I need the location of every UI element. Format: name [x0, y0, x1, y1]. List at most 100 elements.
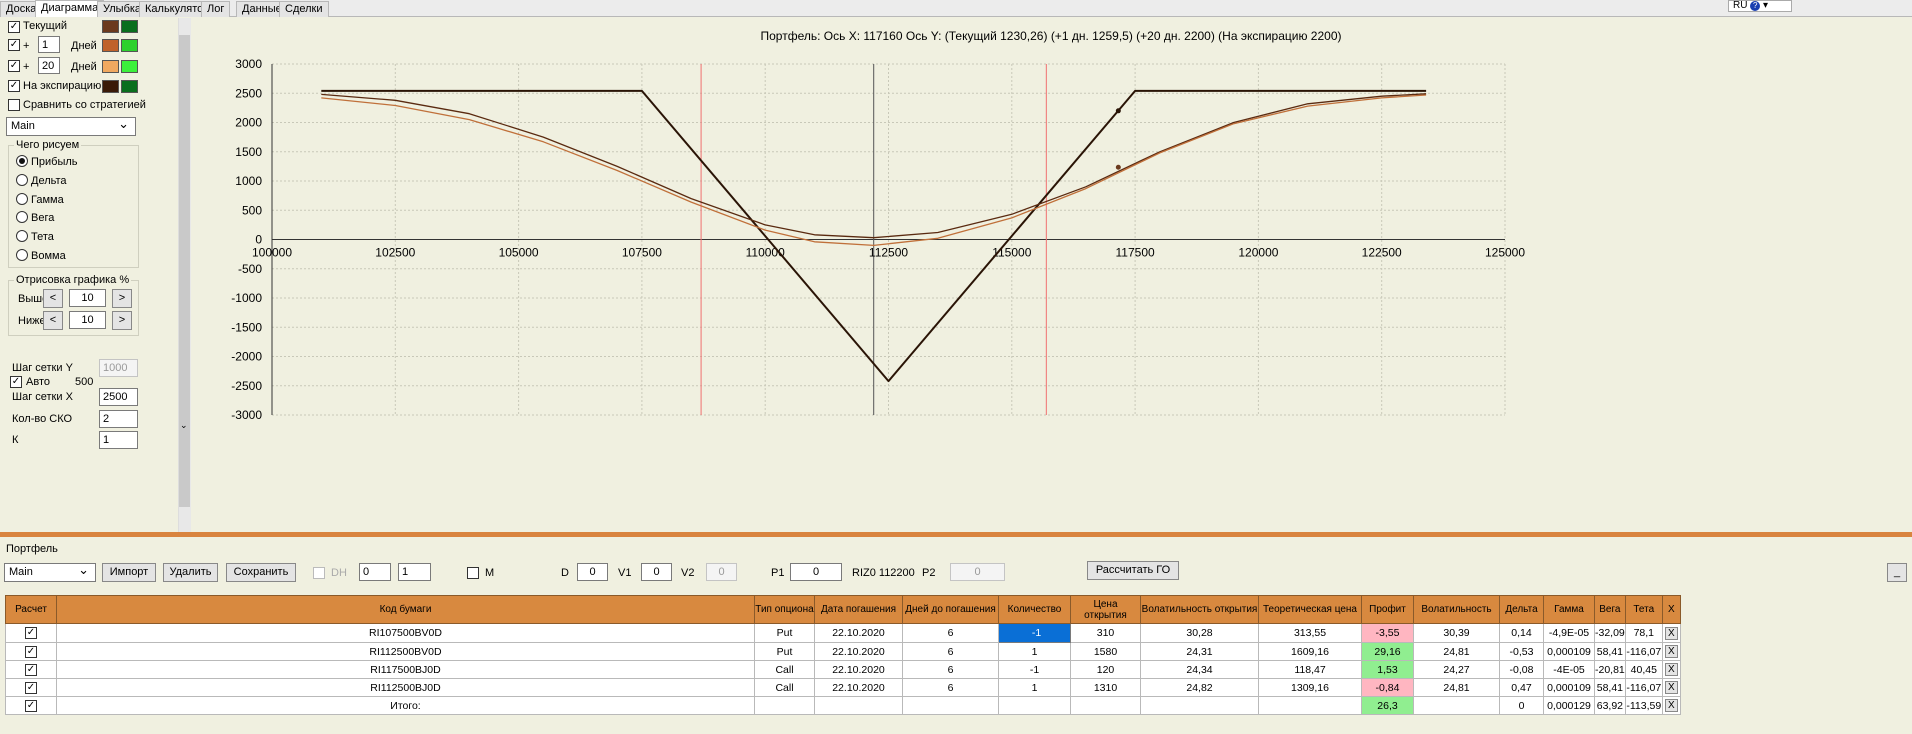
current-checkbox[interactable]: ✓	[8, 21, 20, 33]
language-select[interactable]: RU ? ▾	[1728, 0, 1792, 12]
save-button[interactable]: Сохранить	[226, 563, 296, 582]
expiry-checkbox[interactable]: ✓	[8, 80, 20, 92]
column-header[interactable]: Волатильность	[1413, 595, 1500, 624]
remove-row-cell[interactable]: X	[1661, 660, 1681, 679]
column-header[interactable]: Дней до погашения	[902, 595, 999, 624]
column-header[interactable]: Профит	[1361, 595, 1414, 624]
column-header[interactable]: Вега	[1594, 595, 1626, 624]
below-decrease-button[interactable]: <	[43, 311, 63, 330]
calc-checkbox[interactable]: ✓	[25, 663, 37, 676]
column-header[interactable]: Количество	[998, 595, 1071, 624]
remove-row-cell[interactable]: X	[1661, 696, 1681, 715]
above-increase-button[interactable]: >	[112, 289, 132, 308]
remove-row-button[interactable]: X	[1664, 681, 1678, 694]
column-header[interactable]: Дата погашения	[814, 595, 903, 624]
remove-row-cell[interactable]: X	[1661, 623, 1681, 643]
left-scrollbar-thumb[interactable]	[179, 35, 190, 507]
remove-row-button[interactable]: X	[1664, 626, 1678, 640]
scroll-down-icon[interactable]: ⌄	[180, 420, 188, 431]
column-header[interactable]: X	[1661, 595, 1681, 624]
calc-checkbox[interactable]: ✓	[25, 627, 37, 640]
radio-vomma[interactable]	[16, 249, 28, 261]
compare-checkbox[interactable]	[8, 99, 20, 111]
remove-row-button[interactable]: X	[1664, 645, 1678, 658]
column-header[interactable]: Цена открытия	[1070, 595, 1141, 624]
tab-diagram[interactable]: Диаграмма	[35, 0, 105, 17]
radio-theta[interactable]	[16, 230, 28, 242]
calc-checkbox-cell[interactable]: ✓	[5, 660, 57, 679]
column-header[interactable]: Волатильность открытия	[1140, 595, 1259, 624]
dh-input-2[interactable]: 1	[398, 563, 431, 581]
current-color-swatch-2[interactable]	[121, 20, 138, 33]
column-header[interactable]: Расчет	[5, 595, 57, 624]
above-decrease-button[interactable]: <	[43, 289, 63, 308]
below-input[interactable]: 10	[69, 311, 106, 329]
expiry-color-swatch[interactable]	[102, 80, 119, 93]
sko-input[interactable]: 2	[99, 410, 138, 428]
grid-y-input[interactable]: 1000	[99, 359, 138, 377]
table-cell[interactable]	[998, 696, 1071, 715]
column-header[interactable]: Тип опциона	[754, 595, 815, 624]
p2-input[interactable]: 0	[950, 563, 1005, 581]
table-row[interactable]: ✓ RI112500BJ0D Call 22.10.2020 6 1 1310 24,82 13…	[5, 678, 1681, 697]
radio-delta[interactable]	[16, 174, 28, 186]
plus2-checkbox[interactable]: ✓	[8, 60, 20, 72]
tab-deals[interactable]: Сделки	[279, 1, 329, 17]
below-increase-button[interactable]: >	[112, 311, 132, 330]
plus1-color-swatch[interactable]	[102, 39, 119, 52]
d-input[interactable]: 0	[577, 563, 608, 581]
portfolio-strategy-select[interactable]: Main	[4, 561, 96, 582]
calc-checkbox[interactable]: ✓	[25, 645, 37, 658]
table-row[interactable]: ✓ RI107500BV0D Put 22.10.2020 6 -1 310 30,28 313…	[5, 623, 1681, 643]
plus2-days-input[interactable]: 20	[38, 57, 60, 74]
radio-profit[interactable]	[16, 155, 28, 167]
profit-chart[interactable]: Портфель: Ось X: 117160 Ось Y: (Текущий …	[191, 18, 1912, 532]
total-row[interactable]: ✓ Итого: 26,3 0 0,000129 63,92 -113,59 X	[5, 696, 1681, 715]
extra-input[interactable]: 1	[99, 431, 138, 449]
column-header[interactable]: Гамма	[1543, 595, 1595, 624]
plus2-color-swatch[interactable]	[102, 60, 119, 73]
remove-row-button[interactable]: X	[1664, 699, 1678, 712]
table-cell[interactable]: -1	[998, 623, 1071, 643]
calc-checkbox-cell[interactable]: ✓	[5, 642, 57, 661]
calc-checkbox-cell[interactable]: ✓	[5, 678, 57, 697]
radio-gamma[interactable]	[16, 193, 28, 205]
remove-row-cell[interactable]: X	[1661, 642, 1681, 661]
plus2-color-swatch-2[interactable]	[121, 60, 138, 73]
help-icon[interactable]: ?	[1750, 1, 1761, 11]
v2-input[interactable]: 0	[706, 563, 737, 581]
import-button[interactable]: Импорт	[102, 563, 156, 582]
calc-checkbox[interactable]: ✓	[25, 681, 37, 694]
table-row[interactable]: ✓ RI117500BJ0D Call 22.10.2020 6 -1 120 24,34 11…	[5, 660, 1681, 679]
p1-input[interactable]: 0	[790, 563, 842, 581]
grid-x-input[interactable]: 2500	[99, 388, 138, 406]
m-checkbox[interactable]	[467, 567, 479, 579]
calc-checkbox-cell[interactable]: ✓	[5, 696, 57, 715]
radio-vega[interactable]	[16, 211, 28, 223]
calc-checkbox[interactable]: ✓	[25, 699, 37, 712]
plus1-days-input[interactable]: 1	[38, 36, 60, 53]
delete-button[interactable]: Удалить	[163, 563, 218, 582]
table-cell[interactable]: 1	[998, 678, 1071, 697]
column-header[interactable]: Код бумаги	[56, 595, 755, 624]
column-header[interactable]: Теоретическая цена	[1258, 595, 1362, 624]
column-header[interactable]: Дельта	[1499, 595, 1544, 624]
above-input[interactable]: 10	[69, 289, 106, 307]
expiry-color-swatch-2[interactable]	[121, 80, 138, 93]
column-header[interactable]: Тета	[1624, 595, 1663, 624]
current-color-swatch[interactable]	[102, 20, 119, 33]
table-cell[interactable]: 1	[998, 642, 1071, 661]
auto-checkbox[interactable]: ✓	[10, 376, 22, 388]
remove-row-button[interactable]: X	[1664, 663, 1678, 676]
dh-checkbox[interactable]	[313, 567, 325, 579]
table-cell[interactable]: -1	[998, 660, 1071, 679]
strategy-select[interactable]: Main	[6, 115, 136, 136]
table-row[interactable]: ✓ RI112500BV0D Put 22.10.2020 6 1 1580 24,31 160…	[5, 642, 1681, 661]
calculate-margin-button[interactable]: Рассчитать ГО	[1087, 561, 1179, 580]
plus1-checkbox[interactable]: ✓	[8, 39, 20, 51]
v1-input[interactable]: 0	[641, 563, 672, 581]
calc-checkbox-cell[interactable]: ✓	[5, 623, 57, 643]
dh-input-1[interactable]: 0	[359, 563, 391, 581]
plus1-color-swatch-2[interactable]	[121, 39, 138, 52]
tab-log[interactable]: Лог	[201, 1, 231, 17]
